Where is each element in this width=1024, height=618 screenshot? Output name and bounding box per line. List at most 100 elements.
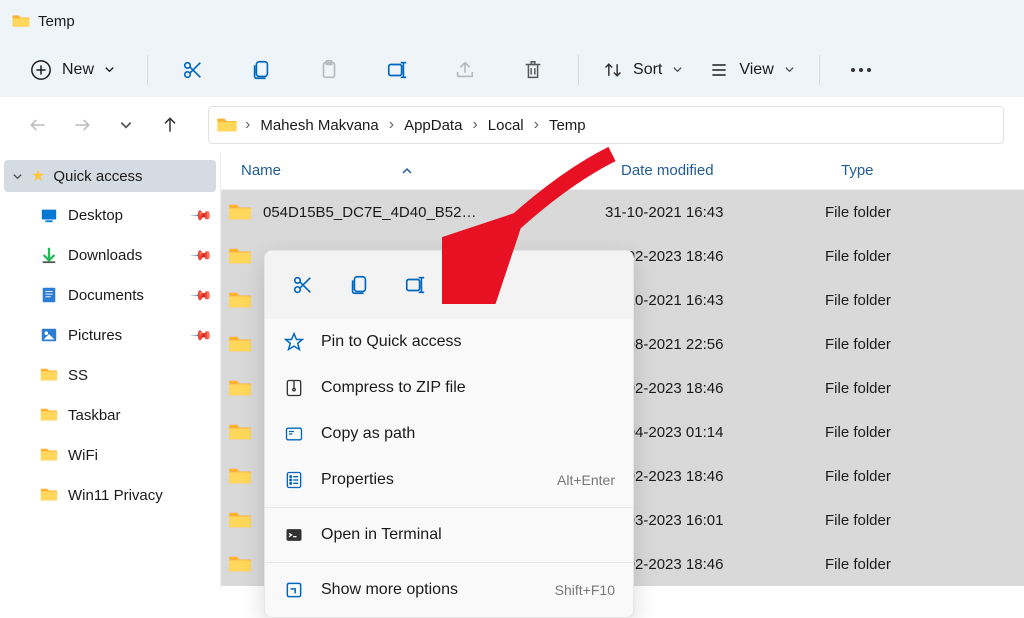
folder-icon — [229, 379, 251, 397]
folder-icon — [229, 423, 251, 441]
sidebar-item-pictures[interactable]: Pictures 📌 — [4, 318, 216, 352]
ctx-copy-path[interactable]: Copy as path — [265, 411, 633, 457]
arrow-left-icon — [28, 115, 48, 135]
file-type: File folder — [825, 380, 1024, 397]
rename-button[interactable] — [366, 50, 428, 90]
breadcrumb-item[interactable]: Local — [482, 113, 530, 138]
ctx-terminal[interactable]: Open in Terminal — [265, 512, 633, 558]
pin-icon: 📌 — [189, 283, 213, 307]
sidebar-item-desktop[interactable]: Desktop 📌 — [4, 198, 216, 232]
file-date: 24-02-2023 18:46 — [605, 248, 825, 265]
ctx-rename-button[interactable] — [393, 263, 437, 307]
sidebar-item-label: Desktop — [68, 207, 123, 224]
sidebar-item-win11 privacy[interactable]: Win11 Privacy — [4, 478, 216, 512]
file-date: 24-02-2023 18:46 — [605, 380, 825, 397]
properties-icon — [283, 469, 305, 491]
chevron-down-icon — [784, 64, 795, 75]
expand-icon — [283, 579, 305, 601]
shortcut-text: Shift+F10 — [555, 582, 615, 598]
folder-icon — [40, 366, 58, 384]
divider — [265, 562, 633, 563]
cut-button[interactable] — [162, 50, 224, 90]
folder-icon — [40, 486, 58, 504]
context-menu-toolbar — [265, 251, 633, 319]
sidebar-item-taskbar[interactable]: Taskbar — [4, 398, 216, 432]
context-menu: Pin to Quick access Compress to ZIP file… — [264, 250, 634, 618]
star-outline-icon — [283, 331, 305, 353]
chevron-down-icon — [12, 171, 23, 182]
file-type: File folder — [825, 468, 1024, 485]
ctx-pin[interactable]: Pin to Quick access — [265, 319, 633, 365]
scissors-icon — [182, 59, 204, 81]
chevron-down-icon — [119, 118, 133, 132]
file-type: File folder — [825, 336, 1024, 353]
address-bar[interactable]: › Mahesh Makvana › AppData › Local › Tem… — [208, 106, 1004, 144]
sort-label: Sort — [633, 61, 662, 79]
breadcrumb-item[interactable]: AppData — [398, 113, 468, 138]
documents-icon — [40, 286, 58, 304]
view-button[interactable]: View — [699, 54, 804, 86]
folder-icon — [229, 335, 251, 353]
breadcrumb-item[interactable]: Mahesh Makvana — [254, 113, 384, 138]
ctx-delete-button[interactable] — [449, 263, 493, 307]
ctx-cut-button[interactable] — [281, 263, 325, 307]
ctx-copy-button[interactable] — [337, 263, 381, 307]
file-date: 24-02-2023 18:46 — [605, 556, 825, 573]
up-button[interactable] — [152, 107, 188, 143]
file-type: File folder — [825, 292, 1024, 309]
col-date[interactable]: Date modified — [621, 162, 841, 179]
file-type: File folder — [825, 424, 1024, 441]
folder-icon — [229, 511, 251, 529]
chevron-right-icon: › — [472, 116, 477, 134]
col-name[interactable]: Name — [241, 162, 281, 179]
window-title: Temp — [38, 13, 75, 30]
file-name: 054D15B5_DC7E_4D40_B52… — [263, 204, 476, 221]
folder-icon — [229, 247, 251, 265]
sidebar-item-wifi[interactable]: WiFi — [4, 438, 216, 472]
breadcrumb-item[interactable]: Temp — [543, 113, 592, 138]
rename-icon — [404, 274, 426, 296]
quick-access[interactable]: ★ Quick access — [4, 160, 216, 192]
sidebar-item-ss[interactable]: SS — [4, 358, 216, 392]
sidebar-item-downloads[interactable]: Downloads 📌 — [4, 238, 216, 272]
chevron-down-icon — [104, 64, 115, 75]
sidebar-item-label: Documents — [68, 287, 144, 304]
copy-button[interactable] — [230, 50, 292, 90]
folder-icon — [229, 203, 251, 221]
sidebar: ★ Quick access Desktop 📌 Downloads 📌 Doc… — [0, 152, 220, 590]
pictures-icon — [40, 326, 58, 344]
scissors-icon — [292, 274, 314, 296]
sidebar-item-documents[interactable]: Documents 📌 — [4, 278, 216, 312]
ctx-more[interactable]: Show more options Shift+F10 — [265, 567, 633, 613]
sort-button[interactable]: Sort — [593, 54, 693, 86]
file-date: 24-03-2023 16:01 — [605, 512, 825, 529]
more-button[interactable] — [834, 50, 888, 90]
column-headers[interactable]: Name Date modified Type — [221, 152, 1024, 190]
new-button[interactable]: New — [22, 53, 123, 87]
quick-access-label: Quick access — [53, 168, 142, 185]
sidebar-item-label: Downloads — [68, 247, 142, 264]
recent-button[interactable] — [108, 107, 144, 143]
file-date: 31-10-2021 16:43 — [605, 292, 825, 309]
pin-icon: 📌 — [189, 323, 213, 347]
arrow-up-icon — [160, 115, 180, 135]
col-type[interactable]: Type — [841, 162, 1024, 179]
ctx-zip[interactable]: Compress to ZIP file — [265, 365, 633, 411]
view-label: View — [739, 61, 773, 79]
rename-icon — [386, 59, 408, 81]
copy-icon — [250, 59, 272, 81]
sidebar-item-label: Win11 Privacy — [68, 487, 163, 504]
file-type: File folder — [825, 248, 1024, 265]
forward-button[interactable] — [64, 107, 100, 143]
paste-button — [298, 50, 360, 90]
ctx-properties[interactable]: Properties Alt+Enter — [265, 457, 633, 503]
delete-button[interactable] — [502, 50, 564, 90]
separator — [578, 55, 579, 85]
sort-icon — [603, 60, 623, 80]
chevron-right-icon: › — [534, 116, 539, 134]
folder-icon — [40, 446, 58, 464]
table-row[interactable]: 054D15B5_DC7E_4D40_B52… 31-10-2021 16:43… — [221, 190, 1024, 234]
chevron-up-icon — [401, 165, 413, 177]
back-button[interactable] — [20, 107, 56, 143]
terminal-icon — [283, 524, 305, 546]
